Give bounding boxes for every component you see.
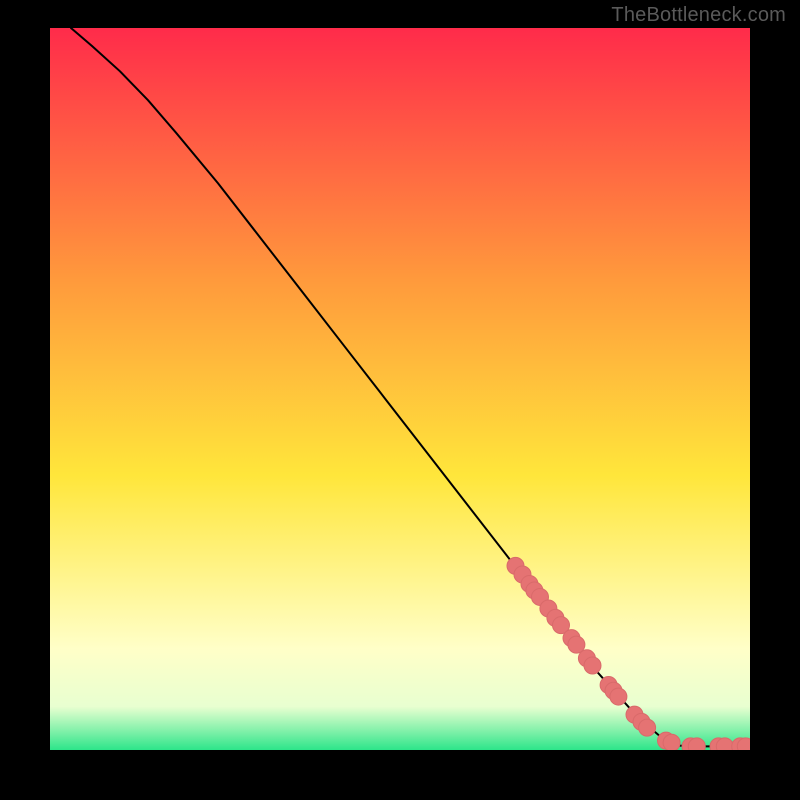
watermark-text: TheBottleneck.com: [611, 4, 786, 27]
data-marker: [584, 657, 601, 674]
plot-area: [50, 28, 750, 750]
data-marker: [610, 688, 627, 705]
gradient-background: [50, 28, 750, 750]
data-marker: [688, 738, 705, 750]
chart-stage: TheBottleneck.com: [0, 0, 800, 800]
plot-svg: [50, 28, 750, 750]
data-marker: [663, 734, 680, 750]
data-marker: [639, 719, 656, 736]
data-marker: [568, 636, 585, 653]
data-marker: [716, 738, 733, 750]
